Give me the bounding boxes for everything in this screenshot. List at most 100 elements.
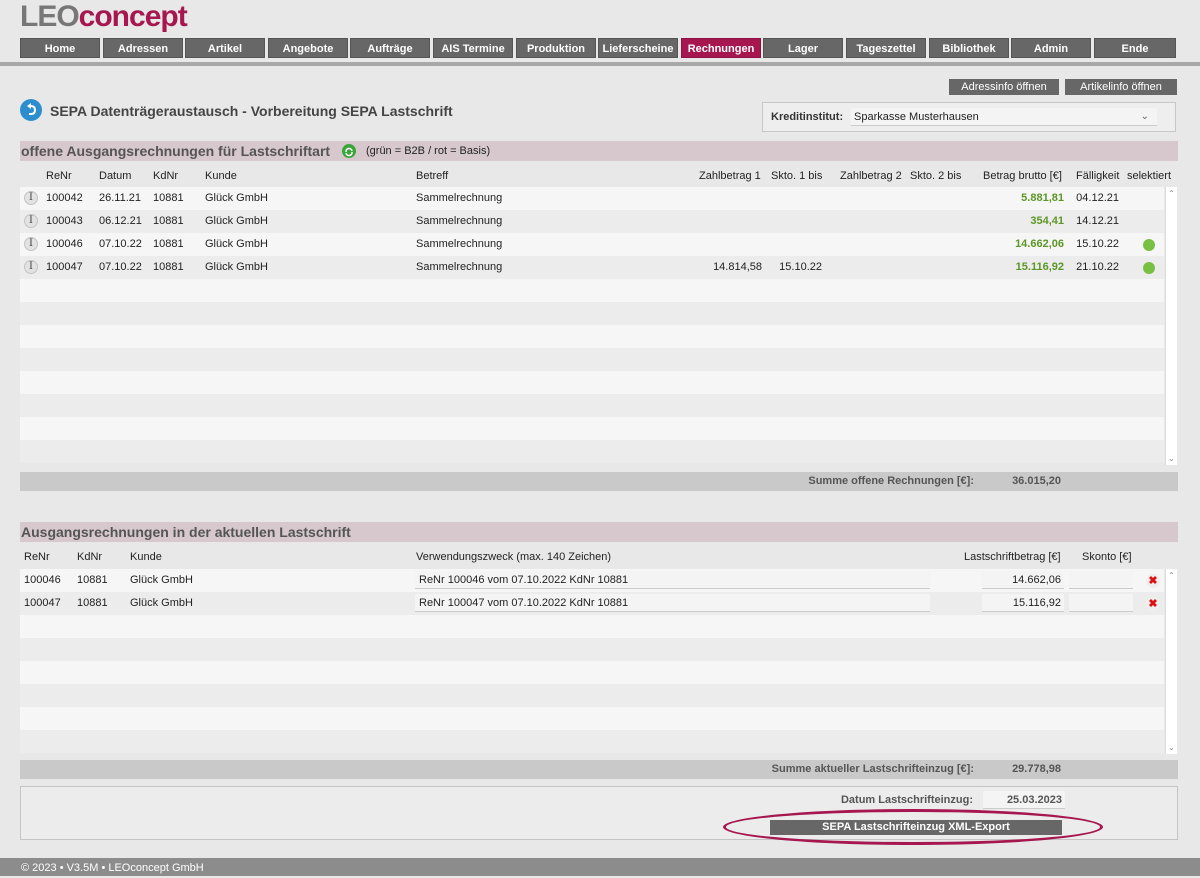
selected-indicator-icon[interactable] — [1143, 262, 1155, 274]
lastschriftbetrag-input[interactable]: 14.662,06 — [982, 571, 1064, 589]
cell-betreff: Sammelrechnung — [416, 238, 503, 250]
kreditinstitut-value: Sparkasse Musterhausen — [854, 111, 979, 123]
table-row[interactable] — [20, 394, 1164, 417]
col2-kdnr: KdNr — [77, 551, 103, 563]
refresh-icon[interactable] — [342, 144, 356, 158]
nav-home[interactable]: Home — [20, 38, 100, 58]
nav-rechnungen[interactable]: Rechnungen — [681, 38, 761, 58]
aktuell-scrollbar[interactable]: ⌃ ⌄ — [1165, 569, 1177, 754]
aktuell-sum-label: Summe aktueller Lastschrifteinzug [€]: — [771, 763, 974, 775]
nav-lager[interactable]: Lager — [763, 38, 843, 58]
aktuell-heading-text: Ausgangsrechnungen in der aktuellen Last… — [21, 524, 351, 540]
cell-zahl1: 14.814,58 — [713, 261, 762, 273]
cell-brutto: 14.662,06 — [1015, 238, 1064, 250]
nav-artikel[interactable]: Artikel — [185, 38, 265, 58]
col-skto1: Skto. 1 bis — [771, 170, 823, 182]
delete-icon[interactable]: ✖ — [1146, 597, 1160, 611]
table-row[interactable] — [20, 707, 1164, 730]
verwendungszweck-input[interactable]: ReNr 100047 vom 07.10.2022 KdNr 10881 — [415, 594, 930, 612]
verwendungszweck-input[interactable]: ReNr 100046 vom 07.10.2022 KdNr 10881 — [415, 571, 930, 589]
scroll-up-icon[interactable]: ⌃ — [1166, 570, 1177, 581]
cell-faellig: 04.12.21 — [1076, 192, 1119, 204]
offene-section-heading: offene Ausgangsrechnungen für Lastschrif… — [20, 141, 1178, 161]
lastschriftbetrag-input[interactable]: 15.116,92 — [982, 594, 1064, 612]
col-skto2: Skto. 2 bis — [910, 170, 962, 182]
cell-kunde: Glück GmbH — [205, 261, 268, 273]
cell-kdnr: 10881 — [153, 215, 184, 227]
nav-produktion[interactable]: Produktion — [516, 38, 596, 58]
table-row[interactable] — [20, 684, 1164, 707]
back-icon[interactable] — [20, 99, 42, 121]
table-row[interactable] — [20, 348, 1164, 371]
nav-adressen[interactable]: Adressen — [103, 38, 183, 58]
nav-lieferscheine[interactable]: Lieferscheine — [598, 38, 678, 58]
nav-aufträge[interactable]: Aufträge — [350, 38, 430, 58]
page-title: SEPA Datenträgeraustausch - Vorbereitung… — [50, 103, 453, 119]
col2-lastschriftbetrag: Lastschriftbetrag [€] — [964, 551, 1061, 563]
delete-icon[interactable]: ✖ — [1146, 574, 1160, 588]
logo-concept: concept — [78, 0, 188, 33]
kreditinstitut-panel: Kreditinstitut: Sparkasse Musterhausen ⌄ — [762, 102, 1176, 132]
col-datum: Datum — [99, 170, 132, 182]
skonto-input[interactable] — [1069, 571, 1133, 589]
info-icon[interactable]: I — [24, 191, 38, 205]
table-row[interactable]: I 100043 06.12.21 10881 Glück GmbH Sammelrech… — [20, 210, 1164, 233]
cell-faellig: 15.10.22 — [1076, 238, 1119, 250]
cell-betreff: Sammelrechnung — [416, 261, 503, 273]
kreditinstitut-select[interactable]: Sparkasse Musterhausen ⌄ — [851, 108, 1157, 126]
table-row[interactable]: I 100046 07.10.22 10881 Glück GmbH Sammelrech… — [20, 233, 1164, 256]
col-kunde: Kunde — [205, 170, 237, 182]
cell-brutto: 5.881,81 — [1021, 192, 1064, 204]
cell-skto1: 15.10.22 — [779, 261, 822, 273]
table-row[interactable] — [20, 638, 1164, 661]
cell-renr: 100043 — [46, 215, 83, 227]
nav-angebote[interactable]: Angebote — [268, 38, 348, 58]
cell-renr: 100047 — [24, 597, 61, 609]
table-row[interactable] — [20, 325, 1164, 348]
info-icon[interactable]: I — [24, 260, 38, 274]
table-row[interactable]: 100046 10881 Glück GmbH ReNr 100046 vom 07.… — [20, 569, 1164, 592]
table-row[interactable]: 100047 10881 Glück GmbH ReNr 100047 vom 07.… — [20, 592, 1164, 615]
nav-admin[interactable]: Admin — [1011, 38, 1091, 58]
table-row[interactable] — [20, 302, 1164, 325]
kreditinstitut-label: Kreditinstitut: — [771, 111, 844, 123]
cell-renr: 100047 — [46, 261, 83, 273]
table-row[interactable] — [20, 730, 1164, 753]
cell-datum: 07.10.22 — [99, 238, 142, 250]
nav-ais-termine[interactable]: AIS Termine — [433, 38, 513, 58]
info-icon[interactable]: I — [24, 214, 38, 228]
table-row[interactable] — [20, 371, 1164, 394]
col-kdnr: KdNr — [153, 170, 179, 182]
main-nav: Home Adressen Artikel Angebote Aufträge AIS T… — [20, 38, 1180, 60]
logo: LEOconcept — [20, 0, 188, 33]
table-row[interactable]: I 100042 26.11.21 10881 Glück GmbH Sammelrech… — [20, 187, 1164, 210]
nav-tageszettel[interactable]: Tageszettel — [846, 38, 926, 58]
cell-kunde: Glück GmbH — [130, 597, 193, 609]
info-icon[interactable]: I — [24, 237, 38, 251]
scroll-up-icon[interactable]: ⌃ — [1166, 188, 1177, 199]
selected-indicator-icon[interactable] — [1143, 239, 1155, 251]
table-row[interactable] — [20, 279, 1164, 302]
artikelinfo-button[interactable]: Artikelinfo öffnen — [1065, 79, 1177, 95]
datum-einzug-field[interactable]: 25.03.2023 — [983, 791, 1065, 809]
col-faelligkeit: Fälligkeit — [1076, 170, 1120, 182]
skonto-input[interactable] — [1069, 594, 1133, 612]
cell-faellig: 21.10.22 — [1076, 261, 1119, 273]
logo-leo: LEO — [20, 0, 80, 33]
cell-datum: 26.11.21 — [99, 192, 142, 204]
table-row[interactable]: I 100047 07.10.22 10881 Glück GmbH Sammelrech… — [20, 256, 1164, 279]
nav-bibliothek[interactable]: Bibliothek — [929, 38, 1009, 58]
cell-kunde: Glück GmbH — [205, 215, 268, 227]
offene-scrollbar[interactable]: ⌃ ⌄ — [1165, 187, 1177, 465]
scroll-down-icon[interactable]: ⌄ — [1166, 453, 1177, 464]
scroll-down-icon[interactable]: ⌄ — [1166, 742, 1177, 753]
nav-ende[interactable]: Ende — [1094, 38, 1176, 58]
table-row[interactable] — [20, 417, 1164, 440]
cell-kdnr: 10881 — [153, 238, 184, 250]
table-row[interactable] — [20, 440, 1164, 463]
adressinfo-button[interactable]: Adressinfo öffnen — [949, 79, 1059, 95]
footer: © 2023 • V3.5M • LEOconcept GmbH — [0, 858, 1200, 876]
table-row[interactable] — [20, 661, 1164, 684]
table-row[interactable] — [20, 615, 1164, 638]
aktuell-section-heading: Ausgangsrechnungen in der aktuellen Last… — [20, 522, 1178, 542]
